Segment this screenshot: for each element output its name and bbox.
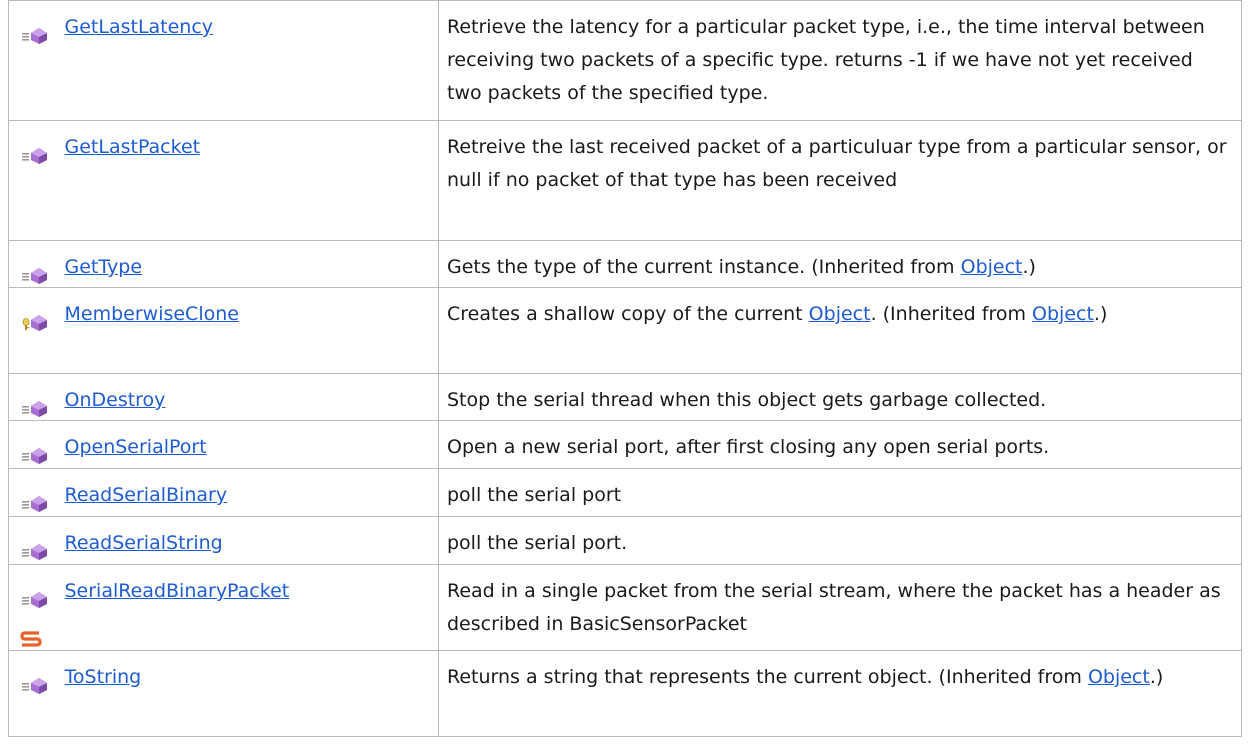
member-name-cell: MemberwiseClone [59,287,439,374]
member-description: Stop the serial thread when this object … [438,373,1242,421]
table-row: SerialReadBinaryPacket Read in a single … [8,564,1242,651]
member-link-readserialbinary[interactable]: ReadSerialBinary [65,484,228,506]
member-description: poll the serial port [438,468,1242,517]
table-row: MemberwiseClone Creates a shallow copy o… [8,287,1242,374]
member-name-cell: OnDestroy [59,373,439,421]
member-description: poll the serial port. [438,516,1242,565]
member-name-cell: GetLastLatency [59,0,439,121]
member-link-openserialport[interactable]: OpenSerialPort [65,436,207,458]
public-method-icon [22,28,47,44]
object-link[interactable]: Object [809,303,871,325]
description-text: .) [1093,303,1108,325]
icon-cell [8,420,60,469]
member-link-memberwiseclone[interactable]: MemberwiseClone [65,303,239,325]
table-row: OpenSerialPort Open a new serial port, a… [8,420,1242,469]
object-link[interactable]: Object [1032,303,1094,325]
member-description: Gets the type of the current instance. (… [438,240,1242,288]
icon-cell [8,468,60,517]
member-name-cell: GetType [59,240,439,288]
icon-cell [8,287,60,374]
description-text: Returns a string that represents the cur… [447,666,1088,688]
member-name-cell: ReadSerialString [59,516,439,565]
protected-method-icon [22,315,47,331]
member-name-cell: SerialReadBinaryPacket [59,564,439,651]
member-link-getlastlatency[interactable]: GetLastLatency [65,16,214,38]
public-method-icon [22,148,47,164]
table-row: GetType Gets the type of the current ins… [8,240,1242,288]
member-description: Read in a single packet from the serial … [438,564,1242,651]
public-method-icon [22,544,47,560]
icon-cell [8,0,60,121]
table-row: ReadSerialString poll the serial port. [8,516,1242,565]
members-table: GetLastLatency Retrieve the latency for … [8,0,1242,737]
public-method-icon [22,401,47,417]
description-text: .) [1149,666,1164,688]
member-link-getlastpacket[interactable]: GetLastPacket [65,136,201,158]
table-row: OnDestroy Stop the serial thread when th… [8,373,1242,421]
icon-cell [8,373,60,421]
description-text: Creates a shallow copy of the current [447,303,809,325]
object-link[interactable]: Object [961,256,1023,278]
public-method-icon [22,592,47,608]
description-text: Gets the type of the current instance. (… [447,256,961,278]
member-link-readserialstring[interactable]: ReadSerialString [65,532,223,554]
static-member-icon [20,631,42,647]
table-row: GetLastLatency Retrieve the latency for … [8,0,1242,121]
member-name-cell: ReadSerialBinary [59,468,439,517]
description-text: .) [1022,256,1036,278]
member-description: Returns a string that represents the cur… [438,650,1242,737]
member-link-tostring[interactable]: ToString [65,666,142,688]
member-name-cell: ToString [59,650,439,737]
member-description: Creates a shallow copy of the current Ob… [438,287,1242,374]
table-row: ToString Returns a string that represent… [8,650,1242,737]
member-name-cell: GetLastPacket [59,120,439,241]
object-link[interactable]: Object [1088,666,1150,688]
member-link-serialreadbinarypacket[interactable]: SerialReadBinaryPacket [65,580,290,602]
member-name-cell: OpenSerialPort [59,420,439,469]
public-method-icon [22,678,47,694]
member-link-ondestroy[interactable]: OnDestroy [65,389,166,411]
public-method-icon [22,448,47,464]
public-method-icon [22,496,47,512]
public-method-icon [22,268,47,284]
table-row: GetLastPacket Retreive the last received… [8,120,1242,241]
description-text: . (Inherited from [870,303,1033,325]
member-description: Open a new serial port, after first clos… [438,420,1242,469]
icon-cell [8,120,60,241]
icon-cell [8,240,60,288]
member-description: Retrieve the latency for a particular pa… [438,0,1242,121]
table-row: ReadSerialBinary poll the serial port [8,468,1242,517]
icon-cell [8,564,60,651]
icon-cell [8,650,60,737]
member-description: Retreive the last received packet of a p… [438,120,1242,241]
member-link-gettype[interactable]: GetType [65,256,143,278]
icon-cell [8,516,60,565]
